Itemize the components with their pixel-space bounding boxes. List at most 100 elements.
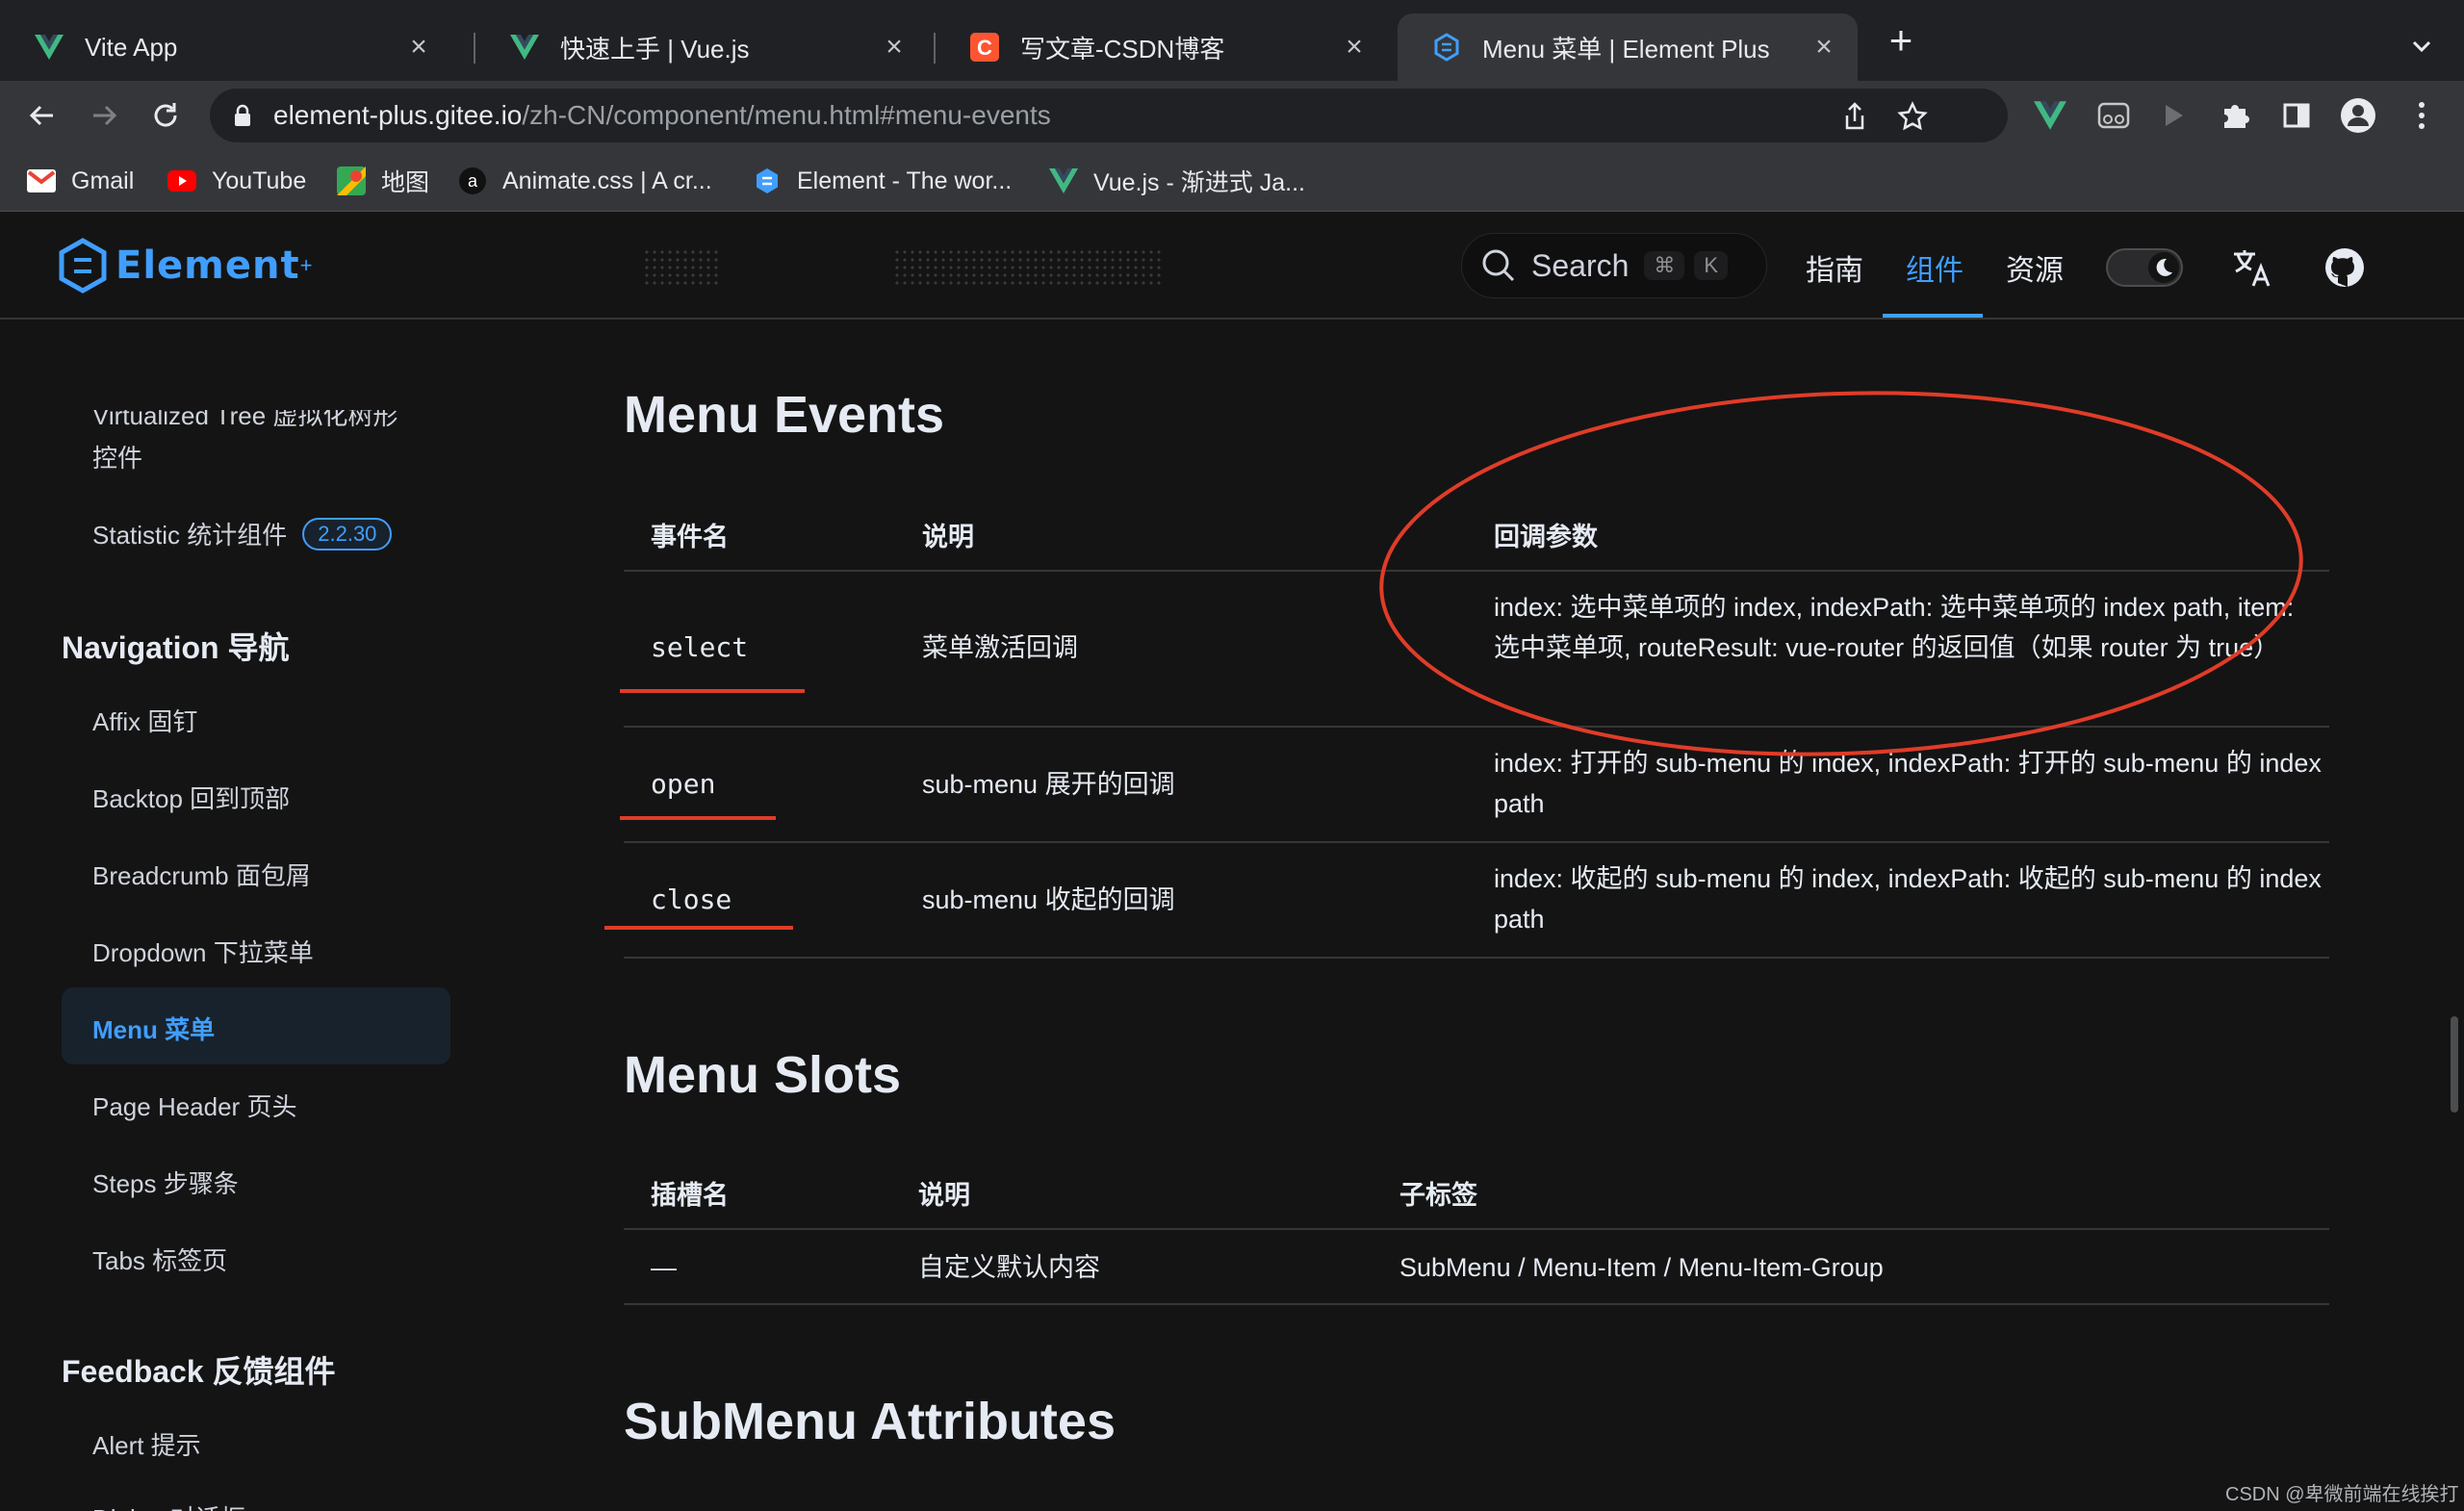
nav-guide[interactable]: 指南 [1806, 246, 1863, 289]
youtube-icon [167, 166, 196, 195]
element-plus-logo[interactable]: Element + [58, 237, 312, 295]
sidebar-group-navigation: Navigation 导航 [62, 630, 290, 665]
dark-mode-toggle[interactable] [2106, 248, 2183, 287]
bookmark-maps[interactable]: 地图 [337, 162, 429, 200]
vue-icon [33, 31, 65, 64]
browser-tab-1[interactable]: Vite App × [0, 13, 452, 81]
bookmark-vuejs[interactable]: Vue.js - 渐进式 Ja... [1049, 162, 1305, 200]
sidebar-item-label: Virtualized Tree 虚拟化树形 [92, 401, 398, 430]
sidebar-item-label: Statistic 统计组件 [92, 521, 288, 550]
extension-glasses-icon[interactable] [2092, 94, 2135, 137]
extensions-puzzle-icon[interactable] [2214, 94, 2256, 137]
browser-tab-2[interactable]: 快速上手 | Vue.js × [475, 13, 928, 81]
bookmark-label: Animate.css | A cr... [502, 166, 712, 194]
element-icon [753, 166, 782, 195]
heading-menu-events: Menu Events [624, 386, 945, 444]
docsearch-button[interactable]: Search ⌘ K [1461, 233, 1767, 298]
bookmark-gmail[interactable]: Gmail [27, 162, 134, 200]
element-icon [1430, 31, 1463, 64]
bookmark-label: Gmail [71, 166, 135, 194]
event-name-open: open [651, 768, 716, 800]
sidebar-item-backtop[interactable]: Backtop 回到顶部 [92, 780, 290, 815]
event-desc-select: 菜单激活回调 [922, 633, 1078, 662]
maps-icon [337, 166, 366, 195]
table-header-slot-name: 插槽名 [651, 1181, 729, 1210]
tab-search-chevron-icon[interactable] [2402, 27, 2441, 65]
side-panel-icon[interactable] [2275, 94, 2318, 137]
sidebar-item-steps[interactable]: Steps 步骤条 [92, 1165, 239, 1200]
bookmark-label: Vue.js - 渐进式 Ja... [1093, 169, 1305, 196]
reload-icon[interactable] [144, 94, 187, 137]
close-tab-icon[interactable]: × [1340, 31, 1369, 64]
annotation-underline [604, 926, 793, 930]
table-header-description: 说明 [918, 1181, 970, 1210]
bookmark-label: 地图 [381, 169, 430, 196]
table-header-description: 说明 [922, 523, 974, 551]
forward-arrow-icon[interactable] [83, 94, 125, 137]
sidebar-item-affix[interactable]: Affix 固钉 [92, 703, 197, 738]
slot-name-default: — [651, 1253, 677, 1282]
sidebar-item-virtualized-tree-line2[interactable]: 控件 [92, 439, 142, 474]
bookmark-youtube[interactable]: YouTube [167, 162, 306, 200]
tab-title: Vite App [85, 32, 178, 62]
slot-children-default: SubMenu / Menu-Item / Menu-Item-Group [1399, 1253, 1884, 1282]
sidebar-group-feedback: Feedback 反馈组件 [62, 1354, 336, 1389]
vue-devtools-extension-icon[interactable] [2029, 94, 2071, 137]
nav-resource[interactable]: 资源 [2006, 246, 2064, 289]
search-icon [1482, 249, 1515, 282]
browser-toolbar: element-plus.gitee.io/zh-CN/component/me… [0, 81, 2464, 150]
back-arrow-icon[interactable] [21, 94, 64, 137]
extension-play-icon[interactable] [2152, 94, 2194, 137]
browser-tab-3[interactable]: C 写文章-CSDN博客 × [936, 13, 1388, 81]
new-tab-button[interactable]: + [1880, 20, 1922, 64]
annotation-underline [620, 816, 776, 820]
github-icon[interactable] [2322, 244, 2368, 291]
logo-wordmark: Element [116, 243, 300, 288]
table-header-event-name: 事件名 [651, 523, 729, 551]
sidebar-item-statistic[interactable]: Statistic 统计组件 2.2.30 [92, 516, 393, 551]
browser-menu-kebab-icon[interactable] [2400, 94, 2443, 137]
close-tab-icon[interactable]: × [880, 31, 909, 64]
nav-component[interactable]: 组件 [1906, 246, 1964, 289]
tab-title: 快速上手 | Vue.js [560, 34, 750, 64]
svg-text:a: a [468, 171, 478, 191]
sidebar-item-breadcrumb[interactable]: Breadcrumb 面包屑 [92, 857, 311, 892]
screen: Vite App × 快速上手 | Vue.js × C 写文章-CSDN博客 … [0, 0, 2464, 1511]
event-params-close: index: 收起的 sub-menu 的 index, indexPath: … [1494, 864, 2322, 934]
sidebar-item-alert[interactable]: Alert 提示 [92, 1426, 201, 1462]
animate-icon: a [458, 166, 487, 195]
tab-title: Menu 菜单 | Element Plus [1482, 34, 1770, 64]
bookmark-label: YouTube [212, 166, 307, 194]
bookmark-star-icon[interactable] [1896, 100, 1929, 133]
page-scrollbar-thumb[interactable] [2451, 1016, 2458, 1113]
sidebar-item-dropdown[interactable]: Dropdown 下拉菜单 [92, 934, 314, 969]
sidebar-item-menu[interactable]: Menu 菜单 [92, 1011, 215, 1046]
bookmark-animate-css[interactable]: a Animate.css | A cr... [458, 162, 712, 200]
browser-tab-strip: Vite App × 快速上手 | Vue.js × C 写文章-CSDN博客 … [0, 0, 2464, 81]
version-badge: 2.2.30 [302, 517, 393, 551]
sidebar-item-tabs[interactable]: Tabs 标签页 [92, 1242, 227, 1277]
sidebar-item-virtualized-tree[interactable]: Virtualized Tree 虚拟化树形 [92, 401, 398, 432]
moon-icon [2148, 252, 2179, 283]
search-shortcut-cmd: ⌘ [1644, 251, 1685, 280]
bookmarks-bar: Gmail YouTube 地图 a Animate.css | A cr...… [0, 150, 2464, 212]
address-bar[interactable]: element-plus.gitee.io/zh-CN/component/me… [210, 89, 2008, 142]
close-tab-icon[interactable]: × [1810, 31, 1838, 64]
close-tab-icon[interactable]: × [404, 31, 433, 64]
sidebar-item-dialog[interactable]: Dialog 对话框 [92, 1499, 245, 1511]
heading-menu-slots: Menu Slots [624, 1046, 902, 1104]
search-placeholder: Search [1531, 247, 1630, 283]
event-desc-close: sub-menu 收起的回调 [922, 885, 1175, 914]
profile-avatar-icon[interactable] [2337, 94, 2379, 137]
browser-tab-4-active[interactable]: Menu 菜单 | Element Plus × [1398, 13, 1858, 81]
gmail-icon [27, 166, 56, 195]
bookmark-label: Element - The wor... [797, 166, 1013, 194]
table-divider [624, 1303, 2329, 1305]
annotation-underline [620, 689, 805, 693]
translate-icon[interactable] [2229, 244, 2275, 291]
sidebar-item-page-header[interactable]: Page Header 页头 [92, 1088, 296, 1123]
share-icon[interactable] [1838, 100, 1871, 133]
slot-desc-default: 自定义默认内容 [918, 1253, 1100, 1282]
bookmark-element[interactable]: Element - The wor... [753, 162, 1012, 200]
table-divider [624, 957, 2329, 959]
